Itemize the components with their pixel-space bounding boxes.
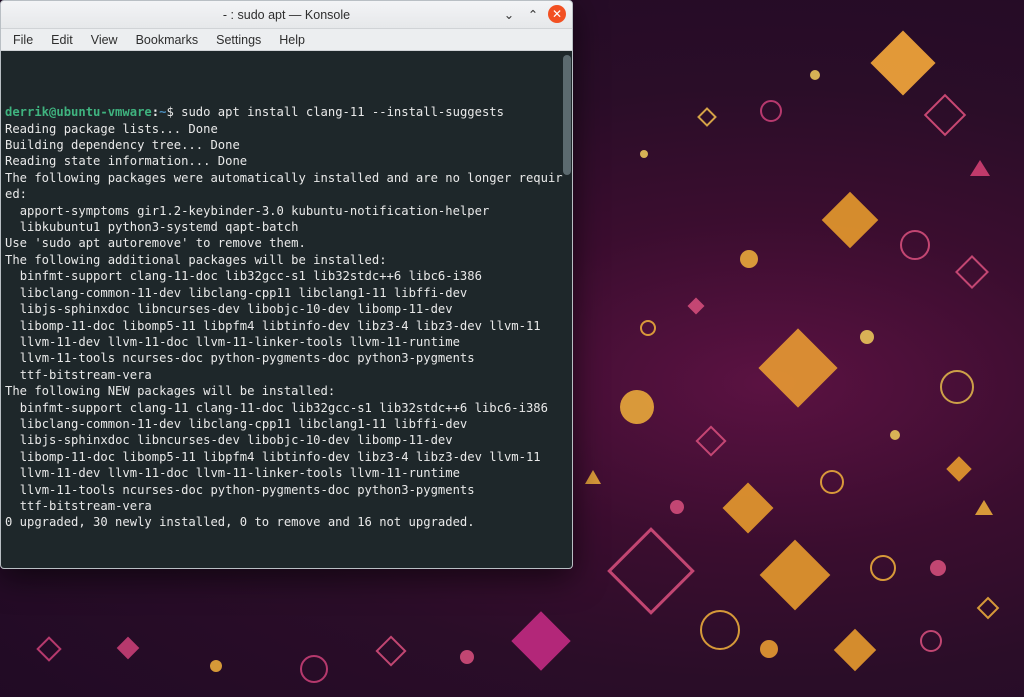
menu-bookmarks[interactable]: Bookmarks xyxy=(136,33,199,47)
terminal-scrollbar[interactable] xyxy=(563,55,571,175)
window-controls: ⌄ ⌃ ✕ xyxy=(500,5,566,23)
close-button[interactable]: ✕ xyxy=(548,5,566,23)
menubar: File Edit View Bookmarks Settings Help xyxy=(1,29,572,51)
window-titlebar[interactable]: - : sudo apt — Konsole ⌄ ⌃ ✕ xyxy=(1,1,572,29)
terminal-line: llvm-11-tools ncurses-doc python-pygment… xyxy=(5,482,566,498)
terminal-line: Building dependency tree... Done xyxy=(5,137,566,153)
menu-view[interactable]: View xyxy=(91,33,118,47)
terminal-line: apport-symptoms gir1.2-keybinder-3.0 kub… xyxy=(5,203,566,219)
terminal-line: ttf-bitstream-vera xyxy=(5,498,566,514)
menu-file[interactable]: File xyxy=(13,33,33,47)
terminal-line: libclang-common-11-dev libclang-cpp11 li… xyxy=(5,416,566,432)
minimize-button[interactable]: ⌄ xyxy=(500,5,518,23)
menu-settings[interactable]: Settings xyxy=(216,33,261,47)
terminal-line: Use 'sudo apt autoremove' to remove them… xyxy=(5,235,566,251)
chevron-up-icon: ⌃ xyxy=(528,7,538,22)
terminal-line: 0 upgraded, 30 newly installed, 0 to rem… xyxy=(5,514,566,530)
terminal-line: Reading package lists... Done xyxy=(5,121,566,137)
terminal-viewport[interactable]: derrik@ubuntu-vmware:~$ sudo apt install… xyxy=(1,51,572,568)
window-title: - : sudo apt — Konsole xyxy=(223,8,350,22)
terminal-line: The following additional packages will b… xyxy=(5,252,566,268)
terminal-line: llvm-11-tools ncurses-doc python-pygment… xyxy=(5,350,566,366)
terminal-line: libjs-sphinxdoc libncurses-dev libobjc-1… xyxy=(5,432,566,448)
terminal-line: Reading state information... Done xyxy=(5,153,566,169)
terminal-line: binfmt-support clang-11-doc lib32gcc-s1 … xyxy=(5,268,566,284)
terminal-line: llvm-11-dev llvm-11-doc llvm-11-linker-t… xyxy=(5,465,566,481)
terminal-line: ttf-bitstream-vera xyxy=(5,367,566,383)
terminal-line: libkubuntu1 python3-systemd qapt-batch xyxy=(5,219,566,235)
terminal-line: The following packages were automaticall… xyxy=(5,170,566,186)
terminal-line: The following NEW packages will be insta… xyxy=(5,383,566,399)
close-icon: ✕ xyxy=(552,8,562,20)
menu-help[interactable]: Help xyxy=(279,33,305,47)
chevron-down-icon: ⌄ xyxy=(504,7,514,22)
prompt-line: derrik@ubuntu-vmware:~$ sudo apt install… xyxy=(5,104,566,120)
terminal-line: libomp-11-doc libomp5-11 libpfm4 libtinf… xyxy=(5,318,566,334)
terminal-line: libjs-sphinxdoc libncurses-dev libobjc-1… xyxy=(5,301,566,317)
terminal-line: libclang-common-11-dev libclang-cpp11 li… xyxy=(5,285,566,301)
terminal-line: ed: xyxy=(5,186,566,202)
prompt-symbol: $ xyxy=(166,105,173,119)
prompt-separator: : xyxy=(152,105,159,119)
prompt-command: sudo apt install clang-11 --install-sugg… xyxy=(181,105,504,119)
konsole-window: - : sudo apt — Konsole ⌄ ⌃ ✕ File Edit V… xyxy=(0,0,573,569)
prompt-user-host: derrik@ubuntu-vmware xyxy=(5,105,152,119)
terminal-line: libomp-11-doc libomp5-11 libpfm4 libtinf… xyxy=(5,449,566,465)
terminal-line: llvm-11-dev llvm-11-doc llvm-11-linker-t… xyxy=(5,334,566,350)
menu-edit[interactable]: Edit xyxy=(51,33,73,47)
terminal-line: binfmt-support clang-11 clang-11-doc lib… xyxy=(5,400,566,416)
maximize-button[interactable]: ⌃ xyxy=(524,5,542,23)
